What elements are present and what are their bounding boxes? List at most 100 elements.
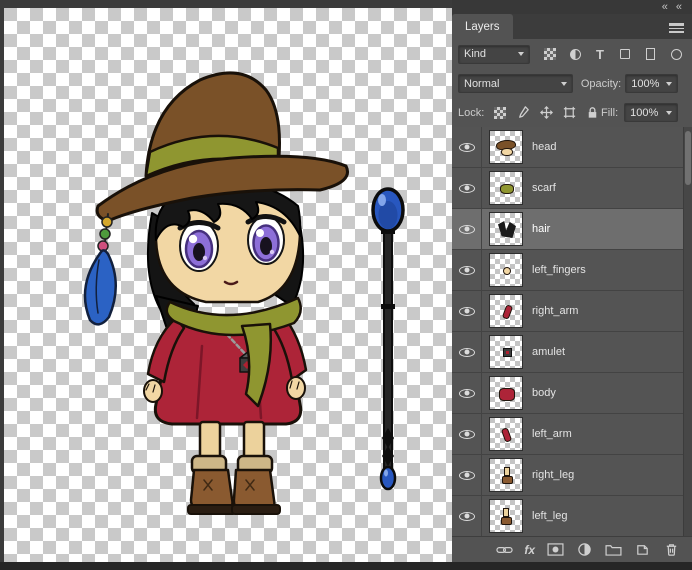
layer-thumbnail[interactable]	[489, 335, 523, 369]
layer-name: amulet	[532, 346, 566, 358]
lock-transparency-icon[interactable]	[491, 104, 509, 122]
delete-layer-icon[interactable]	[662, 541, 680, 559]
collapse-panel-icon[interactable]: «	[662, 2, 668, 13]
visibility-toggle[interactable]	[452, 373, 482, 413]
filter-toggle-icon[interactable]	[666, 44, 686, 64]
shape-filter-icon[interactable]	[615, 44, 635, 64]
tab-layers-label: Layers	[465, 20, 500, 33]
link-layers-icon[interactable]	[495, 541, 513, 559]
layer-name: body	[532, 387, 556, 399]
layer-name: left_leg	[532, 510, 568, 522]
pixel-filter-icon[interactable]	[540, 44, 560, 64]
layer-thumbnail[interactable]	[489, 130, 523, 164]
eye-icon	[458, 142, 475, 152]
tab-layers[interactable]: Layers	[452, 14, 513, 39]
new-group-icon[interactable]	[604, 541, 622, 559]
lock-all-icon[interactable]	[583, 104, 601, 122]
layer-thumbnail[interactable]	[489, 212, 523, 246]
window-bottom-edge	[0, 562, 692, 570]
document-canvas[interactable]	[4, 8, 452, 562]
layer-thumbnail[interactable]	[489, 253, 523, 287]
lock-paint-icon[interactable]	[514, 104, 532, 122]
visibility-toggle[interactable]	[452, 250, 482, 290]
visibility-toggle[interactable]	[452, 209, 482, 249]
layer-row-right-leg[interactable]: right_leg	[452, 455, 692, 496]
layer-name: right_arm	[532, 305, 579, 317]
layer-thumbnail[interactable]	[489, 417, 523, 451]
fill-value: 100%	[630, 106, 659, 119]
layer-row-body[interactable]: body	[452, 373, 692, 414]
layers-panel: « « Layers Kind T Normal Opacity: 100% L…	[452, 0, 692, 562]
adjustment-layer-icon[interactable]	[575, 541, 593, 559]
layers-bottom-bar: fx	[452, 536, 692, 562]
layer-row-left-fingers[interactable]: left_fingers	[452, 250, 692, 291]
eye-icon	[458, 224, 475, 234]
layer-name: head	[532, 141, 557, 153]
eye-icon	[458, 306, 475, 316]
layer-name: scarf	[532, 182, 556, 194]
opacity-dropdown[interactable]: 100%	[625, 74, 678, 93]
chevron-down-icon	[560, 81, 567, 86]
adjustment-filter-icon[interactable]	[565, 44, 585, 64]
lock-row: Lock: Fill: 100%	[452, 98, 692, 127]
layer-thumbnail[interactable]	[489, 458, 523, 492]
eye-icon	[458, 183, 475, 193]
layer-row-left-leg[interactable]: left_leg	[452, 496, 692, 536]
visibility-toggle[interactable]	[452, 332, 482, 372]
character-artwork	[83, 71, 405, 515]
layer-row-left-arm[interactable]: left_arm	[452, 414, 692, 455]
chevron-down-icon	[666, 81, 672, 86]
visibility-toggle[interactable]	[452, 496, 482, 536]
layer-row-amulet[interactable]: amulet	[452, 332, 692, 373]
panel-dock-header: « «	[452, 0, 692, 14]
chibi-character	[83, 71, 349, 515]
new-layer-icon[interactable]	[633, 541, 651, 559]
panel-menu-icon[interactable]	[669, 21, 684, 35]
scrollbar-thumb[interactable]	[685, 131, 691, 185]
layer-row-right-arm[interactable]: right_arm	[452, 291, 692, 332]
panel-tab-bar: Layers	[452, 14, 692, 39]
visibility-toggle[interactable]	[452, 455, 482, 495]
opacity-label: Opacity:	[580, 77, 622, 90]
layers-scrollbar[interactable]	[683, 127, 692, 536]
chevron-down-icon	[666, 110, 672, 115]
lock-artboard-icon[interactable]	[560, 104, 578, 122]
opacity-value: 100%	[631, 77, 660, 90]
photoshop-window: « « Layers Kind T Normal Opacity: 100% L…	[0, 0, 692, 570]
layer-row-head[interactable]: head	[452, 127, 692, 168]
lock-move-icon[interactable]	[537, 104, 555, 122]
layer-mask-icon[interactable]	[546, 541, 564, 559]
eye-icon	[458, 511, 475, 521]
blend-mode-dropdown[interactable]: Normal	[458, 74, 573, 93]
collapse-dock-icon[interactable]: «	[676, 2, 682, 13]
eye-icon	[458, 388, 475, 398]
layer-effects-icon[interactable]: fx	[524, 541, 535, 559]
smart-object-filter-icon[interactable]	[640, 44, 660, 64]
visibility-toggle[interactable]	[452, 168, 482, 208]
visibility-toggle[interactable]	[452, 414, 482, 454]
lock-label: Lock:	[458, 106, 485, 119]
visibility-toggle[interactable]	[452, 291, 482, 331]
visibility-toggle[interactable]	[452, 127, 482, 167]
layer-thumbnail[interactable]	[489, 499, 523, 533]
chevron-down-icon	[518, 52, 524, 56]
layer-filter-row: Kind T	[452, 39, 692, 69]
layer-thumbnail[interactable]	[489, 376, 523, 410]
layer-name: right_leg	[532, 469, 575, 481]
layer-row-hair[interactable]: hair	[452, 209, 692, 250]
layer-thumbnail[interactable]	[489, 294, 523, 328]
layer-name: hair	[532, 223, 551, 235]
layer-name: left_fingers	[532, 264, 586, 276]
layer-name: left_arm	[532, 428, 572, 440]
layer-row-scarf[interactable]: scarf	[452, 168, 692, 209]
layer-thumbnail[interactable]	[489, 171, 523, 205]
fill-label: Fill:	[601, 106, 619, 119]
type-filter-icon[interactable]: T	[590, 44, 610, 64]
eye-icon	[458, 470, 475, 480]
eye-icon	[458, 347, 475, 357]
eye-icon	[458, 265, 475, 275]
kind-filter-dropdown[interactable]: Kind	[458, 44, 530, 64]
kind-filter-label: Kind	[464, 48, 487, 60]
eye-icon	[458, 429, 475, 439]
fill-dropdown[interactable]: 100%	[624, 103, 678, 122]
